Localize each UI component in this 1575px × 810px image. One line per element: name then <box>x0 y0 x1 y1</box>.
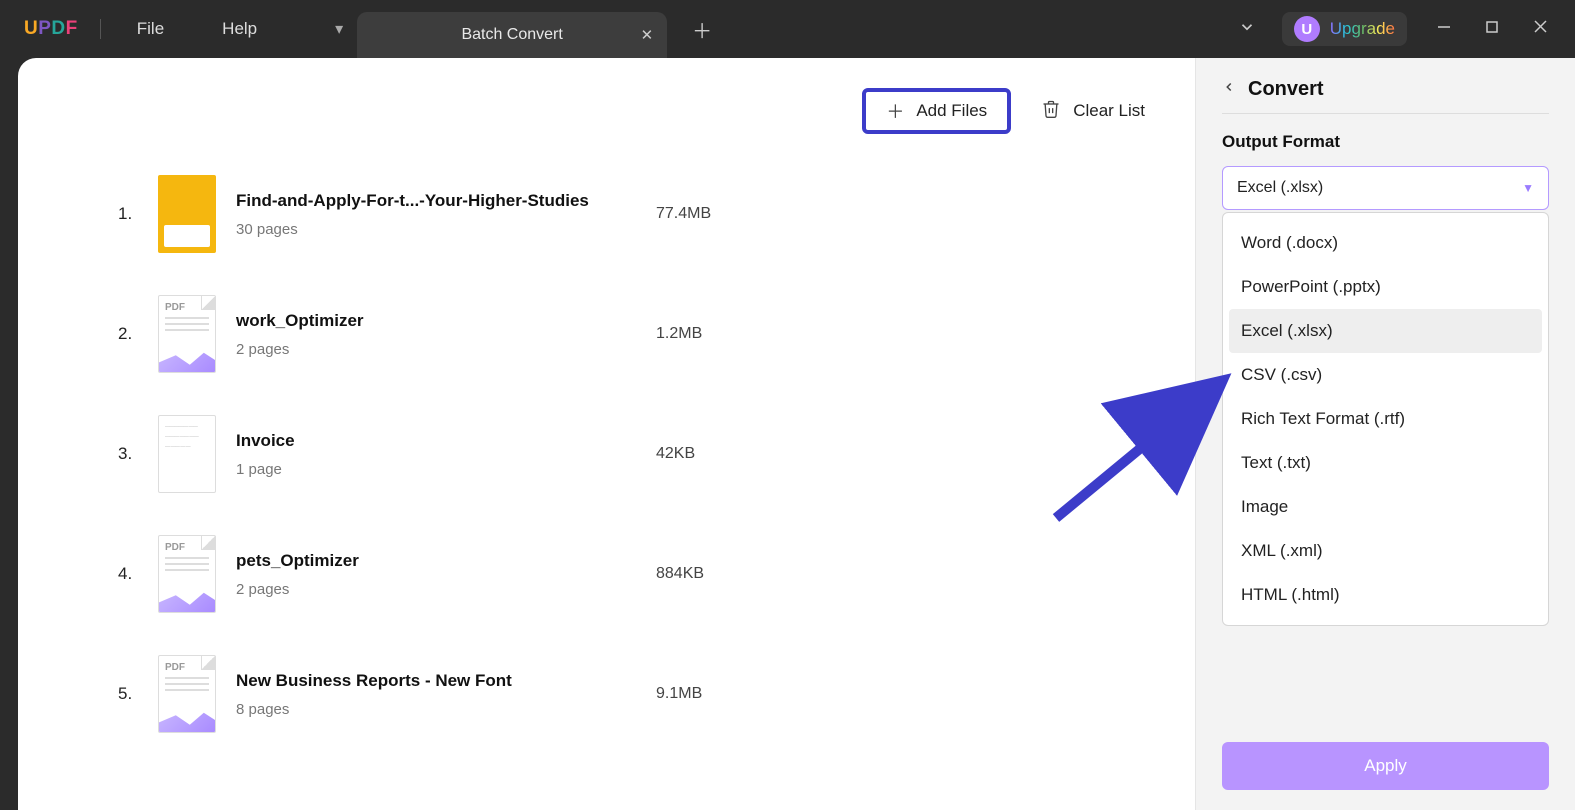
row-number: 2. <box>118 324 158 344</box>
close-window-button[interactable] <box>1529 19 1551 39</box>
action-toolbar: ＋ Add Files Clear List <box>18 88 1195 134</box>
file-pages: 2 pages <box>236 581 656 598</box>
row-number: 4. <box>118 564 158 584</box>
format-option[interactable]: Word (.docx) <box>1229 221 1542 265</box>
format-option[interactable]: Image <box>1229 485 1542 529</box>
output-format-label: Output Format <box>1222 132 1549 152</box>
user-avatar-icon: U <box>1294 16 1320 42</box>
upgrade-label: Upgrade <box>1330 19 1395 39</box>
format-option[interactable]: Excel (.xlsx) <box>1229 309 1542 353</box>
main-panel: ＋ Add Files Clear List 1. Find-and-Apply-… <box>18 58 1195 810</box>
format-option[interactable]: CSV (.csv) <box>1229 353 1542 397</box>
file-thumbnail <box>158 175 216 253</box>
format-option[interactable]: PowerPoint (.pptx) <box>1229 265 1542 309</box>
output-format-select[interactable]: Excel (.xlsx) ▼ <box>1222 166 1549 210</box>
file-pages: 2 pages <box>236 341 656 358</box>
divider <box>100 19 101 39</box>
format-option[interactable]: HTML (.html) <box>1229 573 1542 617</box>
format-option[interactable]: Text (.txt) <box>1229 441 1542 485</box>
file-info: Find-and-Apply-For-t...-Your-Higher-Stud… <box>236 191 656 238</box>
panel-header: Convert <box>1222 78 1549 101</box>
file-row[interactable]: 1. Find-and-Apply-For-t...-Your-Higher-St… <box>118 154 1135 274</box>
tab-strip: ▾ Batch Convert ✕ ＋ <box>321 0 723 58</box>
file-row[interactable]: 3.――――― ――――― ―― ――― ―― ― ― Invoice 1 page… <box>118 394 1135 514</box>
selected-format: Excel (.xlsx) <box>1237 179 1323 197</box>
file-name: work_Optimizer <box>236 311 656 331</box>
clear-list-label: Clear List <box>1073 101 1145 121</box>
file-info: pets_Optimizer 2 pages <box>236 551 656 598</box>
apply-button[interactable]: Apply <box>1222 742 1549 790</box>
file-size: 77.4MB <box>656 205 756 223</box>
maximize-button[interactable] <box>1481 20 1503 39</box>
file-name: Invoice <box>236 431 656 451</box>
file-thumbnail: PDF <box>158 655 216 733</box>
tab-menu-icon[interactable]: ▾ <box>321 8 357 50</box>
divider <box>1222 113 1549 114</box>
upgrade-button[interactable]: U Upgrade <box>1282 12 1407 46</box>
format-option[interactable]: XML (.xml) <box>1229 529 1542 573</box>
file-thumbnail: ――――― ――――― ―― ――― ―― ― ― <box>158 415 216 493</box>
file-pages: 1 page <box>236 461 656 478</box>
app-logo: UPDF <box>24 18 78 40</box>
file-row[interactable]: 4.PDF pets_Optimizer 2 pages884KB <box>118 514 1135 634</box>
back-icon[interactable] <box>1222 80 1236 99</box>
trash-icon <box>1041 99 1061 124</box>
window-controls: U Upgrade <box>1238 12 1575 46</box>
caret-down-icon: ▼ <box>1522 181 1534 195</box>
row-number: 3. <box>118 444 158 464</box>
menu-file[interactable]: File <box>123 13 178 45</box>
workspace: ＋ Add Files Clear List 1. Find-and-Apply-… <box>18 58 1575 810</box>
plus-icon: ＋ <box>886 98 904 124</box>
row-number: 1. <box>118 204 158 224</box>
file-thumbnail: PDF <box>158 295 216 373</box>
file-list: 1. Find-and-Apply-For-t...-Your-Higher-St… <box>18 154 1195 754</box>
file-size: 884KB <box>656 565 756 583</box>
chevron-down-icon[interactable] <box>1238 18 1256 41</box>
file-info: work_Optimizer 2 pages <box>236 311 656 358</box>
file-info: Invoice 1 page <box>236 431 656 478</box>
file-row[interactable]: 2.PDF work_Optimizer 2 pages1.2MB <box>118 274 1135 394</box>
file-name: pets_Optimizer <box>236 551 656 571</box>
file-name: Find-and-Apply-For-t...-Your-Higher-Stud… <box>236 191 656 211</box>
add-files-button[interactable]: ＋ Add Files <box>862 88 1011 134</box>
file-size: 42KB <box>656 445 756 463</box>
tab-title: Batch Convert <box>461 26 562 44</box>
minimize-button[interactable] <box>1433 19 1455 40</box>
output-format-dropdown: Word (.docx)PowerPoint (.pptx)Excel (.xl… <box>1222 212 1549 626</box>
panel-title: Convert <box>1248 78 1324 101</box>
file-pages: 8 pages <box>236 701 656 718</box>
file-name: New Business Reports - New Font <box>236 671 656 691</box>
file-pages: 30 pages <box>236 221 656 238</box>
new-tab-button[interactable]: ＋ <box>681 8 723 50</box>
file-thumbnail: PDF <box>158 535 216 613</box>
close-icon[interactable]: ✕ <box>641 26 654 44</box>
add-files-label: Add Files <box>916 101 987 121</box>
file-info: New Business Reports - New Font 8 pages <box>236 671 656 718</box>
file-size: 9.1MB <box>656 685 756 703</box>
file-row[interactable]: 5.PDF New Business Reports - New Font 8 pa… <box>118 634 1135 754</box>
tab-batch-convert[interactable]: Batch Convert ✕ <box>357 12 667 58</box>
clear-list-button[interactable]: Clear List <box>1041 99 1145 124</box>
convert-panel: Convert Output Format Excel (.xlsx) ▼ Wo… <box>1195 58 1575 810</box>
menu-help[interactable]: Help <box>208 13 271 45</box>
file-size: 1.2MB <box>656 325 756 343</box>
row-number: 5. <box>118 684 158 704</box>
format-option[interactable]: Rich Text Format (.rtf) <box>1229 397 1542 441</box>
titlebar: UPDF File Help ▾ Batch Convert ✕ ＋ U Upg… <box>0 0 1575 58</box>
